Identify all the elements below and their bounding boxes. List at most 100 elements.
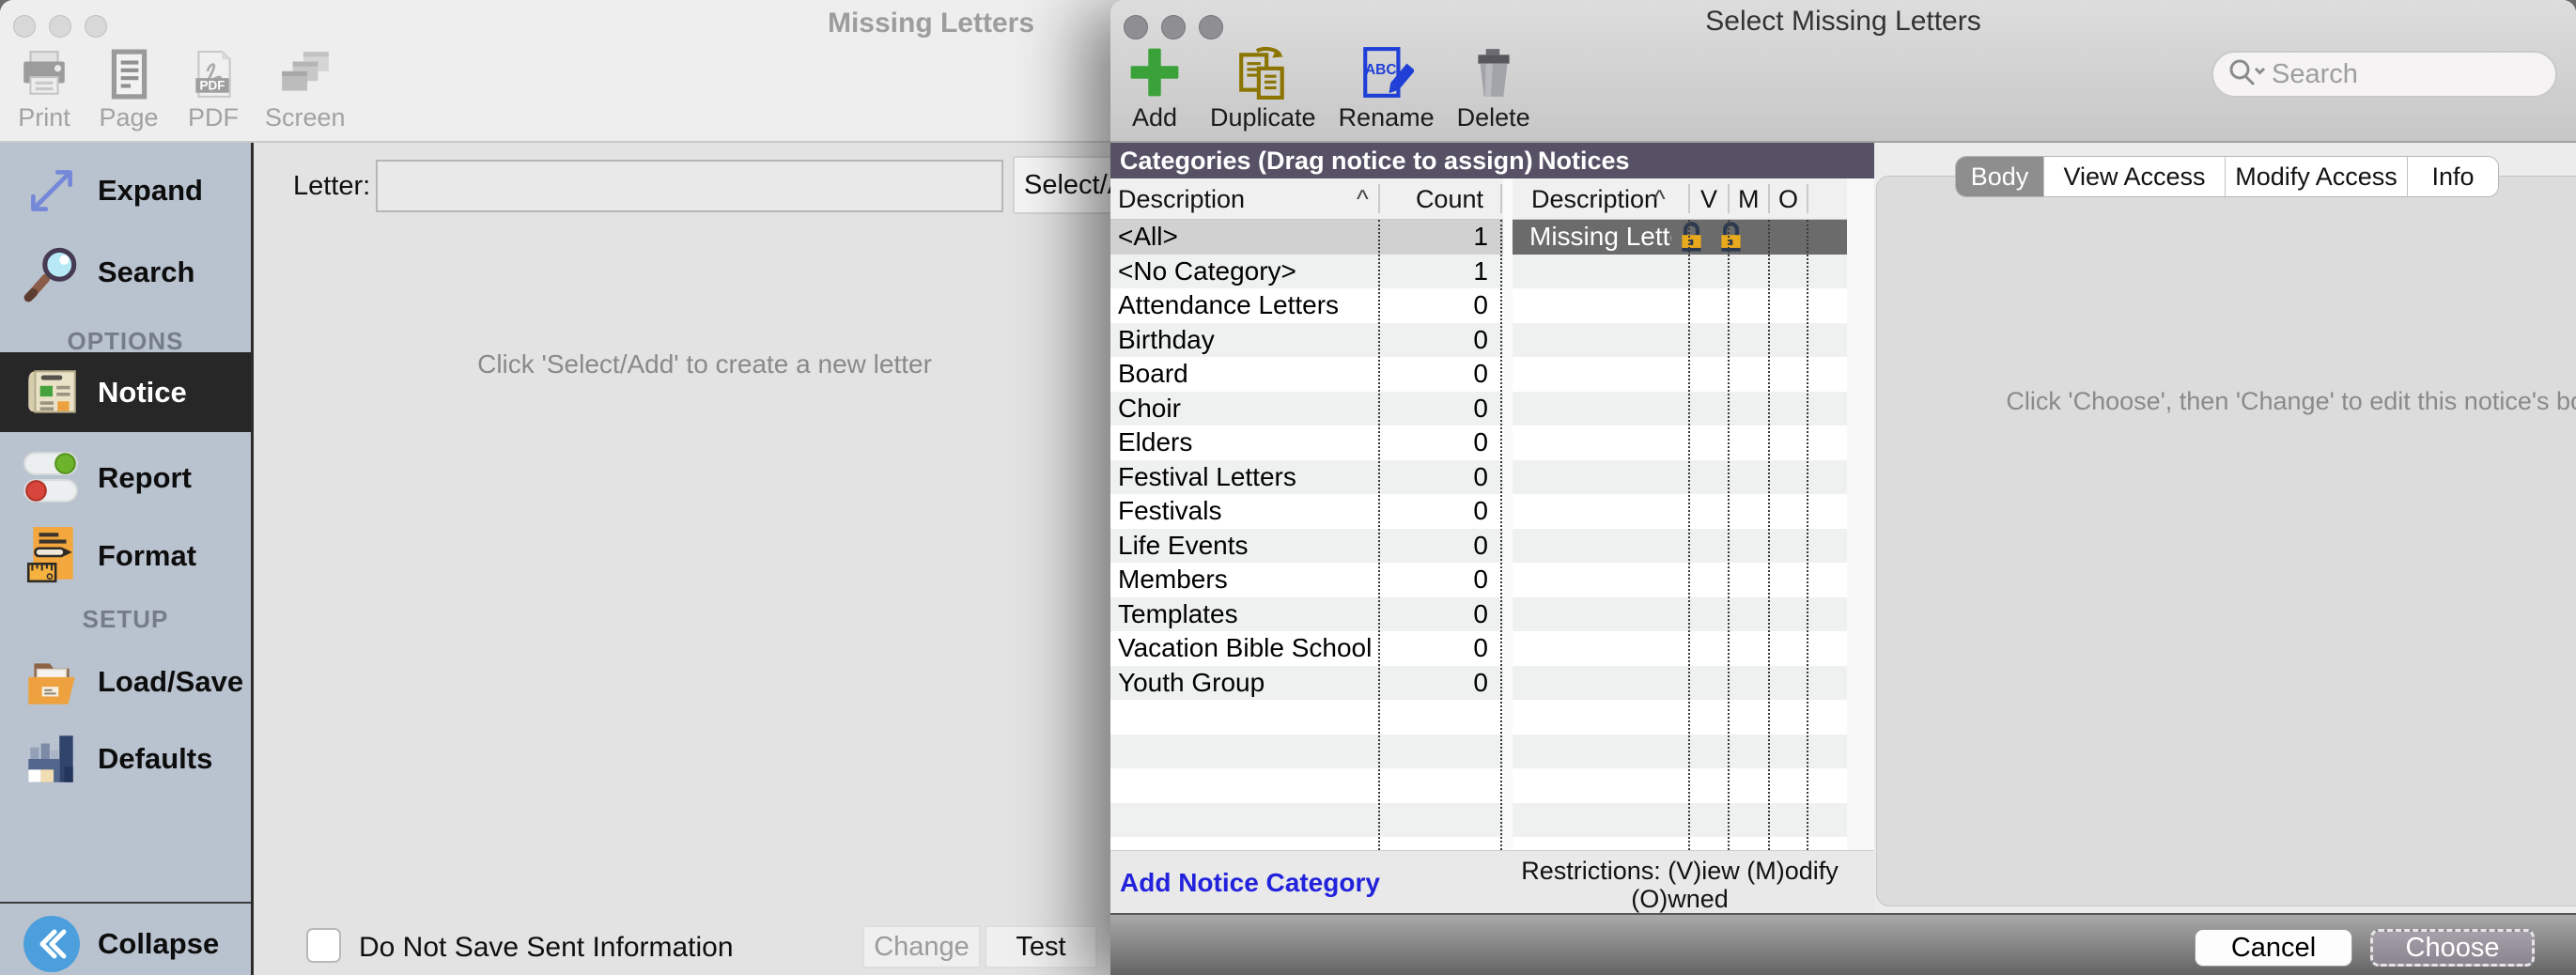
tab-body[interactable]: Body <box>1956 157 2044 196</box>
empty-state-hint: Click 'Select/Add' to create a new lette… <box>404 349 1005 379</box>
add-button[interactable]: Add <box>1122 41 1187 132</box>
modify-lock-cell[interactable] <box>1711 220 1750 255</box>
print-label: Print <box>18 103 70 132</box>
tab-view-access[interactable]: View Access <box>2044 157 2226 196</box>
delete-button[interactable]: Delete <box>1457 41 1530 132</box>
pdf-badge-text: PDF <box>199 79 225 93</box>
category-count: 0 <box>1381 359 1503 389</box>
rename-label: Rename <box>1339 103 1435 132</box>
col-owned[interactable]: O <box>1778 185 1798 214</box>
col-modify[interactable]: M <box>1738 185 1760 214</box>
page-button[interactable]: Page <box>96 41 162 132</box>
col-description[interactable]: Description <box>1531 185 1658 214</box>
notice-row-empty <box>1513 392 1847 426</box>
column-separator <box>1378 184 1380 213</box>
lock-icon <box>1715 220 1746 255</box>
category-row-empty <box>1110 700 1503 735</box>
sidebar-item-search[interactable]: Search <box>0 233 251 312</box>
add-notice-category-link[interactable]: Add Notice Category <box>1120 851 1380 914</box>
category-row[interactable]: Elders0 <box>1110 426 1503 460</box>
search-input[interactable]: Search <box>2211 51 2557 98</box>
category-count: 0 <box>1381 599 1503 629</box>
category-row[interactable]: Vacation Bible School Let0 <box>1110 631 1503 666</box>
notice-row-empty <box>1513 597 1847 632</box>
category-row[interactable]: Board0 <box>1110 357 1503 392</box>
category-row[interactable]: Members0 <box>1110 563 1503 597</box>
duplicate-icon <box>1235 41 1290 100</box>
letter-input[interactable] <box>376 160 1003 212</box>
notice-description: Missing Letter <box>1513 222 1671 252</box>
sidebar-item-format[interactable]: Format <box>0 518 251 594</box>
view-lock-cell[interactable] <box>1671 220 1711 255</box>
tab-modify-access[interactable]: Modify Access <box>2226 157 2408 196</box>
column-separator <box>1728 184 1730 213</box>
screen-label: Screen <box>265 103 346 132</box>
pdf-button[interactable]: PDF PDF <box>180 41 246 132</box>
notice-row-empty <box>1513 803 1847 838</box>
category-description: Attendance Letters <box>1110 290 1381 320</box>
test-button[interactable]: Test <box>985 925 1097 968</box>
owned-lock-cell[interactable] <box>1750 220 1790 255</box>
search-icon <box>2227 56 2268 93</box>
sidebar-item-label: Collapse <box>98 927 219 961</box>
sidebar-item-expand[interactable]: Expand <box>0 154 251 227</box>
sidebar-item-report[interactable]: Report <box>0 440 251 517</box>
category-row[interactable]: Life Events0 <box>1110 529 1503 564</box>
category-row[interactable]: Attendance Letters0 <box>1110 288 1503 323</box>
column-separator <box>1768 184 1770 213</box>
column-separator <box>1807 184 1808 213</box>
col-count[interactable]: Count <box>1416 185 1483 214</box>
category-count: 1 <box>1381 256 1503 286</box>
notices-column-header: Description ^ V M O <box>1513 178 1847 220</box>
do-not-save-checkbox[interactable] <box>306 928 341 963</box>
factory-icon <box>19 726 85 792</box>
sidebar-item-label: Report <box>98 461 192 495</box>
rename-button[interactable]: ABC Rename <box>1339 41 1435 132</box>
sidebar-item-defaults[interactable]: Defaults <box>0 721 251 797</box>
category-row[interactable]: Birthday0 <box>1110 323 1503 358</box>
category-row-empty <box>1110 803 1503 838</box>
tab-info[interactable]: Info <box>2408 157 2498 196</box>
col-view[interactable]: V <box>1700 185 1717 214</box>
cancel-button[interactable]: Cancel <box>2195 929 2352 967</box>
category-row[interactable]: Festivals0 <box>1110 494 1503 529</box>
duplicate-button[interactable]: Duplicate <box>1210 41 1316 132</box>
sidebar-item-notice[interactable]: Notice <box>0 352 251 432</box>
notice-row-empty <box>1513 323 1847 358</box>
category-row[interactable]: <No Category>1 <box>1110 255 1503 289</box>
notice-row-empty <box>1513 255 1847 289</box>
dialog-footer: Cancel Choose <box>1110 913 2576 975</box>
expand-icon <box>19 158 85 224</box>
dialog-titlebar: Select Missing Letters Add <box>1110 0 2576 143</box>
sidebar-item-collapse[interactable]: Collapse <box>0 911 251 975</box>
table-edge <box>1847 178 1874 850</box>
category-count: 0 <box>1381 462 1503 492</box>
add-icon <box>1127 41 1182 100</box>
notice-row-empty <box>1513 357 1847 392</box>
sidebar-item-load-save[interactable]: Load/Save <box>0 644 251 720</box>
category-row[interactable]: Festival Letters0 <box>1110 460 1503 495</box>
format-icon <box>19 523 85 589</box>
category-row-empty <box>1110 837 1503 850</box>
categories-list: <All>1<No Category>1Attendance Letters0B… <box>1110 220 1503 850</box>
category-description: Youth Group <box>1110 668 1381 698</box>
category-description: Choir <box>1110 394 1381 424</box>
category-row[interactable]: Choir0 <box>1110 392 1503 426</box>
notice-row[interactable]: Missing Letter <box>1513 220 1847 255</box>
body-hint: Click 'Choose', then 'Change' to edit th… <box>1876 387 2576 416</box>
screen-button[interactable]: Screen <box>265 41 346 132</box>
notice-icon <box>19 360 85 426</box>
change-button[interactable]: Change <box>862 925 981 968</box>
category-row[interactable]: Youth Group0 <box>1110 666 1503 701</box>
category-row[interactable]: <All>1 <box>1110 220 1503 255</box>
print-button[interactable]: Print <box>11 41 77 132</box>
category-row[interactable]: Templates0 <box>1110 597 1503 632</box>
choose-button[interactable]: Choose <box>2370 929 2535 967</box>
category-count: 0 <box>1381 496 1503 526</box>
sidebar-item-label: Expand <box>98 174 203 208</box>
letter-label: Letter: <box>293 171 370 202</box>
screen: Missing Letters Print <box>0 0 2576 975</box>
sidebar-section-setup: SETUP <box>0 605 251 634</box>
tables-footer: Add Notice Category Restrictions: (V)iew… <box>1110 850 1874 913</box>
col-description[interactable]: Description <box>1118 185 1245 214</box>
